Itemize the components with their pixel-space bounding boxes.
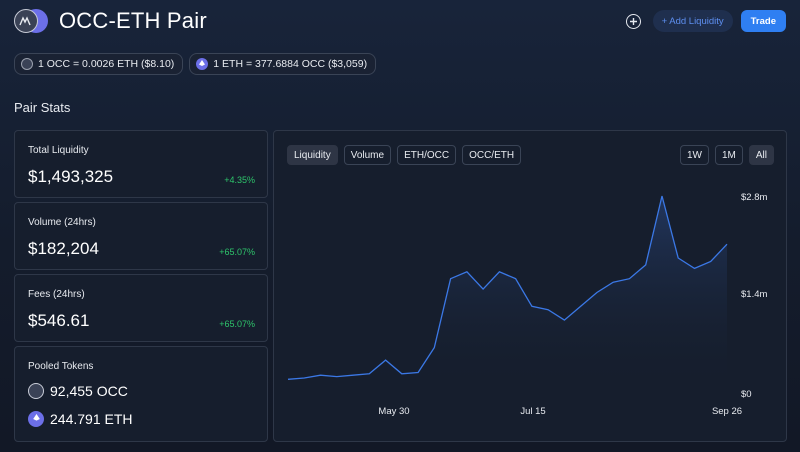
- eth-rate-text: 1 ETH = 377.6884 OCC ($3,059): [213, 58, 368, 70]
- occ-rate-pill[interactable]: 1 OCC = 0.0026 ETH ($8.10): [14, 53, 184, 75]
- time-range-selector: 1W 1M All: [679, 145, 774, 165]
- occ-token-icon: [14, 9, 38, 33]
- eth-token-icon: [196, 58, 209, 70]
- occ-rate-text: 1 OCC = 0.0026 ETH ($8.10): [38, 58, 175, 70]
- stat-label: Volume (24hrs): [28, 217, 96, 228]
- add-liquidity-button[interactable]: + Add Liquidity: [652, 10, 733, 32]
- chart-card: May 30 Jul 15 Sep 26 $0 $1.4m $2.8m Liqu…: [273, 130, 787, 442]
- header-actions: + Add Liquidity Trade: [625, 10, 786, 32]
- trade-button[interactable]: Trade: [740, 10, 786, 32]
- eth-rate-pill[interactable]: 1 ETH = 377.6884 OCC ($3,059): [189, 53, 377, 75]
- page-title: OCC-ETH Pair: [59, 8, 207, 33]
- eth-token-icon: [28, 411, 44, 427]
- pooled-occ-row: 92,455 OCC: [28, 383, 128, 399]
- add-icon-button[interactable]: [625, 13, 641, 29]
- page-header: OCC-ETH Pair + Add Liquidity Trade: [14, 8, 786, 34]
- x-tick-label: May 30: [378, 406, 409, 417]
- chart-tabs: Liquidity Volume ETH/OCC OCC/ETH: [287, 145, 522, 165]
- tab-liquidity[interactable]: Liquidity: [287, 145, 338, 165]
- tab-volume[interactable]: Volume: [343, 145, 392, 165]
- stat-value: $546.61: [28, 311, 90, 330]
- pooled-eth-amount: 244.791 ETH: [50, 411, 133, 427]
- x-tick-label: Jul 15: [520, 406, 545, 417]
- pair-icons: [14, 9, 48, 33]
- stat-label: Total Liquidity: [28, 145, 89, 156]
- volume-card: Volume (24hrs) $182,204 +65.07%: [14, 202, 268, 270]
- stat-change: +65.07%: [219, 247, 255, 257]
- tab-eth-occ[interactable]: ETH/OCC: [397, 145, 457, 165]
- y-tick-label: $2.8m: [741, 192, 767, 203]
- stat-label: Fees (24hrs): [28, 289, 85, 300]
- pooled-tokens-card: Pooled Tokens 92,455 OCC 244.791 ETH: [14, 346, 268, 442]
- total-liquidity-card: Total Liquidity $1,493,325 +4.35%: [14, 130, 268, 198]
- fees-card: Fees (24hrs) $546.61 +65.07%: [14, 274, 268, 342]
- tab-occ-eth[interactable]: OCC/ETH: [462, 145, 522, 165]
- price-rates: 1 OCC = 0.0026 ETH ($8.10) 1 ETH = 377.6…: [14, 53, 377, 75]
- plus-icon: [629, 17, 637, 25]
- range-1w[interactable]: 1W: [679, 145, 709, 165]
- stat-value: $182,204: [28, 239, 99, 258]
- stat-label: Pooled Tokens: [28, 361, 94, 372]
- y-tick-label: $1.4m: [741, 289, 767, 300]
- stat-change: +4.35%: [224, 175, 255, 185]
- occ-token-icon: [28, 383, 44, 399]
- range-all[interactable]: All: [748, 145, 774, 165]
- stat-change: +65.07%: [219, 319, 255, 329]
- y-tick-label: $0: [741, 389, 752, 400]
- x-tick-label: Sep 26: [712, 406, 742, 417]
- stat-value: $1,493,325: [28, 167, 114, 186]
- pooled-occ-amount: 92,455 OCC: [50, 383, 128, 399]
- pooled-eth-row: 244.791 ETH: [28, 411, 133, 427]
- chart-area: [288, 196, 727, 389]
- range-1m[interactable]: 1M: [714, 145, 743, 165]
- occ-token-icon: [21, 58, 33, 70]
- section-title: Pair Stats: [14, 100, 71, 115]
- liquidity-chart: May 30 Jul 15 Sep 26 $0 $1.4m $2.8m: [287, 192, 767, 417]
